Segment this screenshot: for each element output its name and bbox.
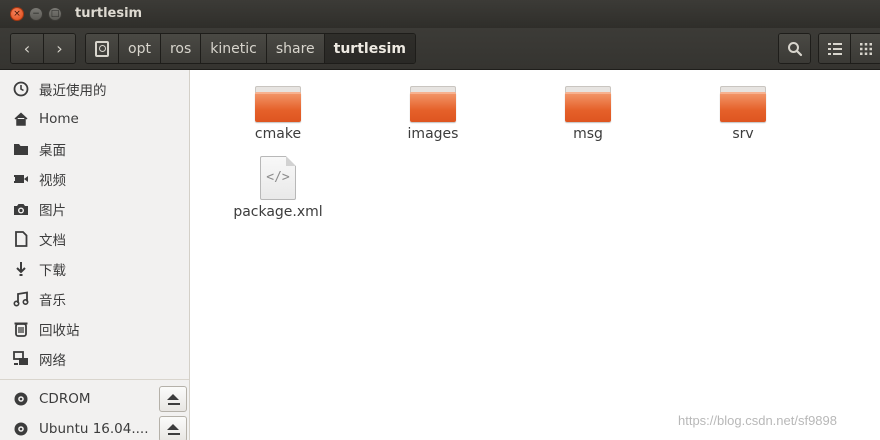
file-name: srv xyxy=(732,126,754,142)
code-glyph: </> xyxy=(266,170,290,185)
forward-button[interactable]: › xyxy=(43,34,75,63)
eject-button[interactable] xyxy=(159,386,187,412)
chevron-left-icon: ‹ xyxy=(23,39,31,58)
file-item-srv[interactable]: srv xyxy=(693,86,793,142)
home-icon xyxy=(12,110,30,128)
close-window-button[interactable]: × xyxy=(10,7,24,21)
download-icon xyxy=(12,260,30,278)
sidebar-item-label: 图片 xyxy=(39,203,66,219)
toolbar: ‹ › opt ros kinetic share turtlesim xyxy=(0,28,880,70)
clock-icon xyxy=(12,80,30,98)
breadcrumb-share[interactable]: share xyxy=(265,34,324,63)
sidebar-item-music[interactable]: 音乐 xyxy=(0,284,189,314)
document-icon xyxy=(12,230,30,248)
sidebar-item-documents[interactable]: 文档 xyxy=(0,224,189,254)
folder-icon xyxy=(255,86,301,122)
music-icon xyxy=(12,290,30,308)
file-item-package-xml[interactable]: </> package.xml xyxy=(228,156,328,220)
search-icon xyxy=(787,41,802,56)
maximize-window-button[interactable]: □ xyxy=(48,7,62,21)
sidebar-item-label: Ubuntu 16.04.... xyxy=(39,421,149,437)
eject-icon xyxy=(167,424,179,430)
file-name: cmake xyxy=(254,126,302,142)
file-item-msg[interactable]: msg xyxy=(538,86,638,142)
trash-icon xyxy=(12,320,30,338)
search-button-group xyxy=(778,33,811,64)
window-title: turtlesim xyxy=(75,6,143,21)
file-item-cmake[interactable]: cmake xyxy=(228,86,328,142)
sidebar-item-home[interactable]: Home xyxy=(0,104,189,134)
sidebar-item-label: 回收站 xyxy=(39,323,80,339)
filesystem-root-icon xyxy=(95,40,109,57)
sidebar-item-trash[interactable]: 回收站 xyxy=(0,314,189,344)
file-name: package.xml xyxy=(233,204,323,220)
camera-icon xyxy=(12,200,30,218)
watermark: https://blog.csdn.net/sf9898 xyxy=(678,413,837,428)
places-sidebar: 最近使用的 Home 桌面 视频 图片 文档 下载 音乐 回收站 网络 CDRO… xyxy=(0,70,190,440)
sidebar-item-label: 音乐 xyxy=(39,293,66,309)
sidebar-item-desktop[interactable]: 桌面 xyxy=(0,134,189,164)
grid-view-icon xyxy=(860,42,872,55)
sidebar-item-label: 文档 xyxy=(39,233,66,249)
file-name: images xyxy=(407,126,459,142)
network-icon xyxy=(12,350,30,368)
sidebar-item-label: 桌面 xyxy=(39,143,66,159)
minimize-window-button[interactable]: − xyxy=(29,7,43,21)
disc-icon xyxy=(12,420,30,438)
sidebar-item-downloads[interactable]: 下载 xyxy=(0,254,189,284)
sidebar-item-label: 最近使用的 xyxy=(39,83,107,99)
breadcrumb-turtlesim[interactable]: turtlesim xyxy=(323,34,415,63)
title-bar: × − □ turtlesim xyxy=(0,0,880,28)
list-view-button[interactable] xyxy=(819,34,850,63)
folder-icon xyxy=(410,86,456,122)
sidebar-item-label: CDROM xyxy=(39,391,91,407)
breadcrumb: opt ros kinetic share turtlesim xyxy=(85,33,416,64)
folder-icon xyxy=(720,86,766,122)
sidebar-item-label: 下载 xyxy=(39,263,66,279)
back-button[interactable]: ‹ xyxy=(11,34,43,63)
file-item-images[interactable]: images xyxy=(383,86,483,142)
desktop-folder-icon xyxy=(12,140,30,158)
xml-file-icon: </> xyxy=(260,156,296,200)
file-name: msg xyxy=(573,126,603,142)
eject-icon xyxy=(167,394,179,400)
chevron-right-icon: › xyxy=(56,39,63,58)
breadcrumb-kinetic[interactable]: kinetic xyxy=(200,34,266,63)
navigation-buttons: ‹ › xyxy=(10,33,76,64)
sidebar-item-network[interactable]: 网络 xyxy=(0,344,189,374)
disc-icon xyxy=(12,390,30,408)
sidebar-item-label: Home xyxy=(39,111,79,127)
folder-icon xyxy=(565,86,611,122)
video-icon xyxy=(12,170,30,188)
file-view: cmake images msg srv </> package.xml xyxy=(190,70,880,440)
sidebar-item-label: 视频 xyxy=(39,173,66,189)
sidebar-item-recent[interactable]: 最近使用的 xyxy=(0,74,189,104)
sidebar-item-pictures[interactable]: 图片 xyxy=(0,194,189,224)
grid-view-button[interactable] xyxy=(850,34,880,63)
breadcrumb-opt[interactable]: opt xyxy=(118,34,160,63)
search-button[interactable] xyxy=(779,34,810,63)
eject-button[interactable] xyxy=(159,416,187,440)
breadcrumb-root[interactable] xyxy=(86,34,118,63)
sidebar-separator xyxy=(0,379,189,380)
view-mode-group xyxy=(818,33,880,64)
sidebar-item-label: 网络 xyxy=(39,353,66,369)
breadcrumb-ros[interactable]: ros xyxy=(159,34,201,63)
sidebar-item-videos[interactable]: 视频 xyxy=(0,164,189,194)
list-view-icon xyxy=(827,42,842,55)
